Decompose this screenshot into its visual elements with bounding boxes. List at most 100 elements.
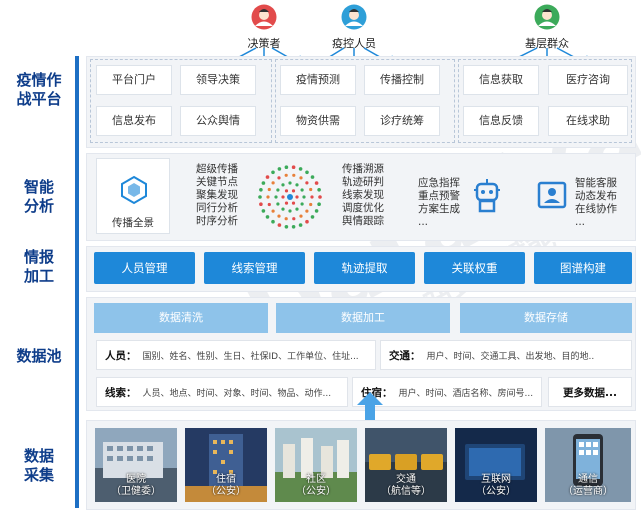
platform-cell[interactable]: 在线求助 <box>548 106 628 136</box>
row-label-platform: 疫情作战平台 <box>16 71 62 108</box>
network-node <box>259 202 263 206</box>
source-hospital[interactable]: 医院 （卫健委） <box>95 428 177 502</box>
analysis-item: 超级传播 <box>196 163 238 175</box>
processing-button[interactable]: 轨迹提取 <box>314 252 415 284</box>
network-node <box>284 189 289 193</box>
platform-cell[interactable]: 领导决策 <box>180 65 256 95</box>
propagation-panorama-label: 传播全景 <box>112 217 154 229</box>
network-node <box>259 188 263 192</box>
network-node <box>284 225 289 229</box>
row-label-analysis: 智能分析 <box>23 178 54 215</box>
platform-cell[interactable]: 物资供需 <box>280 106 356 136</box>
network-core-node <box>287 194 293 200</box>
analysis-item: 智能客服 <box>575 177 617 189</box>
platform-cell[interactable]: 信息发布 <box>96 106 172 136</box>
network-node <box>292 217 296 221</box>
pool-step[interactable]: 数据加工 <box>276 303 450 333</box>
analysis-item: 聚集发现 <box>196 189 238 201</box>
analysis-item: 应急指挥 <box>418 177 460 189</box>
network-node <box>258 195 262 199</box>
source-traffic[interactable]: 交通 （航信等） <box>365 428 447 502</box>
robot-icon <box>474 179 500 213</box>
network-node <box>298 167 303 171</box>
pool-item-title: 人员： <box>105 350 137 362</box>
source-caption: 通信 （运营商） <box>563 474 613 497</box>
row-label-processing: 情报加工 <box>23 248 54 285</box>
platform-cell[interactable]: 信息获取 <box>463 65 539 95</box>
network-node <box>266 195 270 199</box>
pool-step[interactable]: 数据清洗 <box>94 303 268 333</box>
network-node <box>261 181 266 185</box>
platform-cell[interactable]: 诊疗统筹 <box>364 106 440 136</box>
pool-step[interactable]: 数据存储 <box>460 303 632 333</box>
network-node <box>265 215 270 219</box>
network-node <box>314 181 319 185</box>
pool-item-text: 国别、姓名、性别、生日、社保ID、工作单位、住址... <box>142 352 359 362</box>
network-node <box>300 202 304 206</box>
analysis-list-4: 智能客服 动态发布 在线协作 ... <box>575 177 617 229</box>
platform-cell[interactable]: 信息反馈 <box>463 106 539 136</box>
source-caption: 社区 （公安） <box>296 474 336 497</box>
network-node <box>314 209 319 213</box>
analysis-item: 方案生成 <box>418 203 460 215</box>
network-node <box>277 214 281 218</box>
analysis-list-1: 超级传播 关键节点 聚集发现 同行分析 时序分析 <box>196 163 238 228</box>
network-node <box>291 225 296 229</box>
network-node <box>299 176 303 180</box>
network-node <box>271 209 275 213</box>
network-node <box>305 181 309 185</box>
analysis-item: 时序分析 <box>196 215 238 227</box>
processing-button[interactable]: 人员管理 <box>94 252 195 284</box>
network-node <box>300 188 304 192</box>
source-caption: 交通 （航信等） <box>381 474 431 497</box>
propagation-panorama[interactable]: 传播全景 <box>96 158 170 234</box>
source-lodging[interactable]: 住宿 （公安） <box>185 428 267 502</box>
platform-cell[interactable]: 疫情预测 <box>280 65 356 95</box>
processing-button[interactable]: 线索管理 <box>204 252 305 284</box>
network-node <box>271 219 275 224</box>
analysis-item: 线索发现 <box>342 189 384 201</box>
pool-item-more[interactable]: 更多数据... <box>548 377 632 407</box>
source-caption: 医院 （卫健委） <box>111 474 161 497</box>
platform-cell[interactable]: 平台门户 <box>96 65 172 95</box>
network-node <box>288 181 292 185</box>
network-node <box>292 173 296 177</box>
pool-item-text: 用户、时间、酒店名称、房间号... <box>398 389 534 399</box>
source-telecom[interactable]: 通信 （运营商） <box>545 428 631 502</box>
analysis-item: 轨迹研判 <box>342 176 384 188</box>
network-node <box>310 195 314 199</box>
source-community[interactable]: 社区 （公安） <box>275 428 357 502</box>
processing-button[interactable]: 图谱构建 <box>534 252 632 284</box>
network-node <box>317 202 321 206</box>
pool-item-clue[interactable]: 线索： 人员、地点、时间、对象、时间、物品、动作... <box>96 377 348 407</box>
analysis-item: 重点预警 <box>418 190 460 202</box>
source-internet[interactable]: 互联网 （公安） <box>455 428 537 502</box>
network-node <box>265 175 270 179</box>
pool-item-person[interactable]: 人员： 国别、姓名、性别、生日、社保ID、工作单位、住址... <box>96 340 376 370</box>
analysis-item: 关键节点 <box>196 176 238 188</box>
network-node <box>295 195 299 199</box>
processing-button[interactable]: 关联权重 <box>424 252 525 284</box>
pool-item-traffic[interactable]: 交通： 用户、时间、交通工具、出发地、目的地.. <box>380 340 632 370</box>
platform-cell[interactable]: 公众舆情 <box>180 106 256 136</box>
row-label-pool: 数据池 <box>16 347 62 365</box>
network-node <box>298 223 303 227</box>
platform-cell[interactable]: 传播控制 <box>364 65 440 95</box>
network-node <box>276 188 280 192</box>
network-node <box>318 195 322 199</box>
network-node <box>281 195 285 199</box>
network-graph-icon <box>258 165 322 229</box>
network-cube-icon <box>121 175 147 205</box>
pool-item-text: 人员、地点、时间、对象、时间、物品、动作... <box>142 389 332 399</box>
network-node <box>317 188 321 192</box>
analysis-item: 传播溯源 <box>342 163 384 175</box>
source-caption: 互联网 （公安） <box>476 474 516 497</box>
row-label-collect: 数据采集 <box>23 447 54 484</box>
network-node <box>281 183 285 187</box>
analysis-item: 动态发布 <box>575 190 617 202</box>
network-node <box>309 202 313 207</box>
platform-cell[interactable]: 医疗咨询 <box>548 65 628 95</box>
layer-spine <box>75 56 79 508</box>
network-node <box>302 195 306 199</box>
network-node <box>291 201 296 205</box>
